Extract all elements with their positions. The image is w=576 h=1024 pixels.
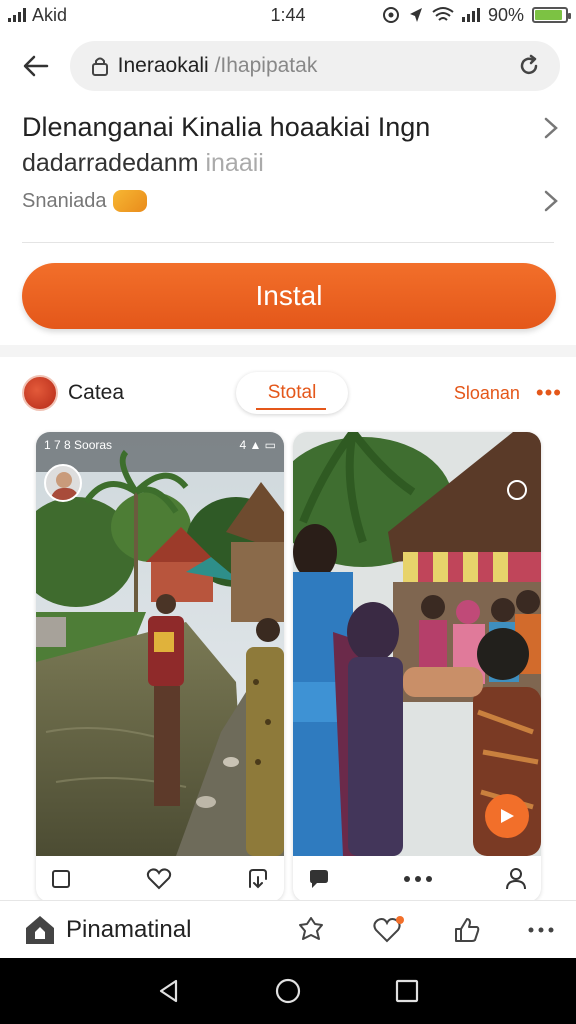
divider [22,242,554,243]
page-header: Dlenanganai Kinalia hoaakiai Ingn dadarr… [22,112,562,214]
play-button[interactable] [485,794,529,838]
page-title: Dlenanganai Kinalia hoaakiai Ingn [22,112,431,142]
title-row[interactable]: Dlenanganai Kinalia hoaakiai Ingn [22,112,562,143]
comment-icon[interactable] [307,868,331,890]
reload-button[interactable] [514,51,544,81]
url-text: Ineraokali /Ihapipatak [118,54,318,78]
wifi-icon [432,7,454,21]
lock-icon [90,55,110,77]
category-label[interactable]: Catea [68,381,124,405]
tab-underline [256,408,326,410]
nav-home-icon[interactable] [274,977,302,1005]
card-status-right: 4 ▲ ▭ [239,438,276,452]
status-bar: Akid 1:44 90% [0,0,576,30]
category-row: Catea Stotal Sloanan ••• [22,370,562,416]
emoji-badge-icon [112,190,147,212]
more-icon[interactable] [528,926,554,934]
back-button[interactable] [16,46,56,86]
bottom-actions [296,915,554,945]
carrier-label: Akid [32,4,68,25]
profile-icon[interactable] [505,867,527,891]
chevron-right-icon[interactable] [540,188,562,214]
section-divider [0,345,576,357]
subtitle: Snaniada [22,190,147,213]
battery-fill [535,10,562,20]
title-line2-main: dadarradedanm [22,149,199,177]
chevron-right-icon[interactable] [540,115,562,141]
system-nav-bar [0,958,576,1024]
puzzle-icon[interactable] [296,915,326,945]
sloanan-link[interactable]: Sloanan [454,383,520,404]
video-card-2[interactable] [293,432,541,902]
url-host: Ineraokali [117,54,209,77]
install-button[interactable]: Instal [22,263,556,329]
signal-icon [8,8,26,22]
bookmark-icon[interactable] [50,868,72,890]
url-bar[interactable]: Ineraokali /Ihapipatak [69,41,560,91]
battery-percent: 90% [487,4,524,25]
subtitle-row[interactable]: Snaniada [22,188,562,214]
heart-icon[interactable] [146,867,172,891]
nav-back-icon[interactable] [156,978,182,1004]
tab-stotal[interactable]: Stotal [236,372,348,414]
app-name[interactable]: Pinamatinal [66,916,191,944]
card-actions [36,856,284,902]
author-avatar[interactable] [44,464,82,502]
card-status-overlay: 1 7 8 Sooras 4 ▲ ▭ [44,438,276,452]
category-right: Sloanan ••• [454,380,562,406]
card-thumbnail[interactable] [293,432,541,856]
reload-icon [520,54,538,75]
card-status-left: 1 7 8 Sooras [44,438,113,452]
like-icon[interactable] [452,915,482,945]
play-icon [501,809,514,823]
status-right: 90% [382,4,571,26]
url-path: /Ihapipatak [208,54,318,77]
address-row: Ineraokali /Ihapipatak [0,36,576,96]
cell-signal-icon [461,8,480,22]
location-icon [409,8,422,22]
tab-label: Stotal [267,382,317,403]
battery-icon [532,7,571,23]
market-crowd-image [293,432,541,856]
bottom-app-bar: Pinamatinal [0,900,576,958]
title-line2-faint: inaaii [198,149,264,177]
close-icon[interactable] [507,480,527,500]
page-title-line2: dadarradedanm inaaii [22,149,562,178]
home-icon[interactable] [22,912,58,948]
status-left: Akid [8,5,67,26]
subtitle-text: Snaniada [22,189,107,212]
more-icon[interactable] [403,875,433,883]
sync-icon [382,7,399,23]
share-icon[interactable] [246,867,270,891]
more-icon[interactable]: ••• [536,380,562,406]
nav-recents-icon[interactable] [394,978,420,1004]
video-card-1[interactable]: 1 7 8 Sooras 4 ▲ ▭ [36,432,284,902]
category-avatar[interactable] [22,375,58,411]
back-arrow-icon [23,55,49,77]
heart-notification-icon[interactable] [372,915,406,945]
card-thumbnail[interactable]: 1 7 8 Sooras 4 ▲ ▭ [36,432,284,856]
card-actions [293,856,541,902]
